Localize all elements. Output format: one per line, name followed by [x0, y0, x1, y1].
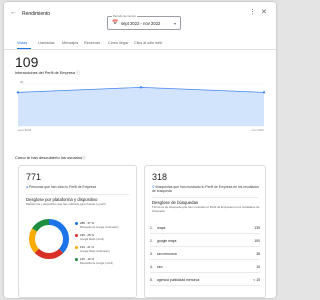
- row-count: 15: [256, 265, 260, 269]
- searches-count: 318: [152, 172, 168, 182]
- x-tick-label: sept 2022: [18, 128, 32, 132]
- tab-clics-sitio-web[interactable]: Clics al sitio web: [134, 41, 162, 45]
- search-breakdown-desc: Términos de búsqueda que han mostrado tu…: [152, 205, 260, 213]
- searches-desc-row: ⚲ Búsquedas que han mostrado tu Perfil d…: [152, 185, 260, 193]
- date-range-select[interactable]: Período de tiempo 📅 sept 2022 - nov 2022…: [107, 14, 181, 30]
- row-count: 38: [256, 252, 260, 256]
- legend-value: 125 · 16 %: [80, 257, 94, 261]
- row-term: google maps: [157, 239, 177, 243]
- row-term: agencia publicidad menorca: [157, 278, 200, 282]
- legend-value: 288 · 37 %: [80, 221, 94, 225]
- tab-como-llegar[interactable]: Cómo llegar: [108, 41, 128, 45]
- legend-dot: [75, 257, 78, 261]
- active-tab-indicator: [17, 48, 31, 49]
- profile-views-card: 771 ● Personas que han visto tu Perfil d…: [18, 165, 137, 298]
- row-index: 1.: [150, 226, 153, 230]
- divider: [26, 194, 129, 195]
- table-row: 1. maps 139: [150, 224, 260, 234]
- interactions-line-chart: 50 sept 2022 nov 2022: [16, 80, 266, 132]
- info-icon[interactable]: ⓘ: [82, 155, 86, 161]
- row-index: 4.: [150, 265, 153, 269]
- close-icon[interactable]: ✕: [261, 8, 267, 16]
- legend-item: 195 · 25 % Google Maps (móvil): [75, 233, 104, 241]
- person-icon: ●: [26, 185, 29, 189]
- data-point: [16, 91, 20, 94]
- discovery-section-title: Cómo te han descubierto los usuarios: [15, 155, 83, 160]
- table-row: 5. agencia publicidad menorca < 15: [150, 276, 260, 286]
- more-vert-icon[interactable]: ⋮: [249, 8, 256, 16]
- tab-mensajes[interactable]: Mensajes: [62, 41, 78, 45]
- row-count: 100: [254, 239, 260, 243]
- interactions-label: Interacciones del Perfil de Empresa: [15, 71, 75, 75]
- profile-views-count: 771: [26, 172, 42, 182]
- calendar-icon: 📅: [112, 20, 119, 26]
- table-row: 4. seo 15: [150, 263, 260, 273]
- row-count: < 15: [253, 278, 260, 282]
- total-interactions: 109: [15, 54, 39, 70]
- searches-card: 318 ⚲ Búsquedas que han mostrado tu Perf…: [144, 165, 266, 298]
- profile-views-desc-row: ● Personas que han visto tu Perfil de Em…: [26, 185, 96, 189]
- row-index: 3.: [150, 252, 153, 256]
- legend-item: 163 · 21 % Google Maps (ordenador): [75, 245, 110, 253]
- tab-reservas[interactable]: Reservas: [84, 41, 100, 45]
- tab-llamadas[interactable]: Llamadas: [38, 41, 54, 45]
- y-tick-label: 50: [20, 80, 24, 84]
- legend-item: 288 · 37 % Búsqueda de Google (ordenador…: [75, 221, 119, 229]
- performance-panel: ← Rendimiento ⋮ ✕ Período de tiempo 📅 se…: [4, 2, 276, 298]
- row-index: 2.: [150, 239, 153, 243]
- legend-value: 163 · 21 %: [80, 245, 94, 249]
- table-row: 3. seo menorca 38: [150, 250, 260, 260]
- legend-label: Google Maps (ordenador): [80, 250, 110, 253]
- legend-dot: [75, 233, 78, 237]
- platform-breakdown-desc: Plataforma y dispositivo que han utiliza…: [26, 202, 106, 206]
- row-term: seo: [157, 265, 163, 269]
- tab-vistas[interactable]: Vistas: [17, 41, 27, 45]
- legend-dot: [75, 221, 78, 225]
- legend-dot: [75, 245, 78, 249]
- legend-label: Google Maps (móvil): [80, 238, 104, 241]
- searches-desc: Búsquedas que han mostrado tu Perfil de …: [152, 185, 259, 194]
- row-count: 139: [254, 226, 260, 230]
- series-area: [18, 87, 264, 126]
- platform-donut-chart: [29, 219, 69, 259]
- legend-label: Búsqueda de Google (ordenador): [80, 226, 119, 229]
- metric-tabs: Vistas Llamadas Mensajes Reservas Cómo l…: [4, 40, 276, 50]
- legend-item: 125 · 16 % Búsqueda de Google (móvil): [75, 257, 113, 265]
- date-range-value: sept 2022 - nov 2022: [121, 21, 161, 26]
- dropdown-arrow-icon: ▾: [174, 21, 177, 26]
- page-title: Rendimiento: [22, 11, 51, 17]
- x-tick-label: nov 2022: [252, 128, 265, 132]
- legend-label: Búsqueda de Google (móvil): [80, 262, 113, 265]
- profile-views-desc: Personas que han visto tu Perfil de Empr…: [29, 185, 97, 189]
- date-range-label: Período de tiempo: [112, 14, 137, 18]
- data-point: [262, 91, 266, 94]
- row-term: maps: [157, 226, 166, 230]
- data-point: [139, 86, 143, 89]
- legend-value: 195 · 25 %: [80, 233, 94, 237]
- divider: [152, 197, 258, 198]
- back-arrow-icon[interactable]: ←: [10, 9, 17, 16]
- row-index: 5.: [150, 278, 153, 282]
- info-icon[interactable]: ⓘ: [76, 71, 80, 76]
- row-term: seo menorca: [157, 252, 177, 256]
- table-row: 2. google maps 100: [150, 237, 260, 247]
